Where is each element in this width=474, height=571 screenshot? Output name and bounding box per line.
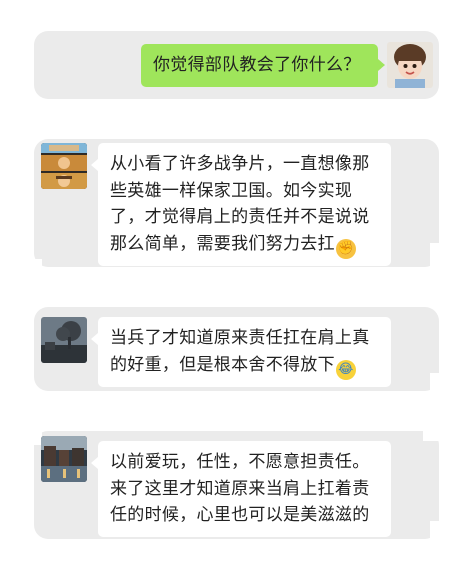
avatar-child[interactable] [387,42,433,88]
fist-emoji-icon: ✊ [335,238,356,259]
message-text-line: 的好重，但是根本舍不得放下 😂 [110,352,381,380]
message-text: 你觉得部队教会了你什么？ [153,55,361,75]
message-text-line: 了，才觉得肩上的责任并不是说说 [110,207,370,227]
message-text-line: 从小看了许多战争片，一直想像那 [110,154,370,174]
child-photo-icon [387,42,433,88]
message-text-line: 那么简单，需要我们努力去扛 ✊ [110,231,381,259]
message-text-line: 以前爱玩，任性，不愿意担责任。 [110,452,370,472]
bubble-tail [378,59,385,71]
bubble-tail [91,333,98,345]
message-text-line: 些英雄一样保家卫国。如今实现 [110,180,353,201]
dusk-tree-photo-icon [41,317,87,363]
message-text-line: 当兵了才知道原来责任扛在肩上真 [110,328,370,348]
laugh-emoji-icon: 😂 [335,359,356,380]
avatar-soldier[interactable] [41,143,87,189]
received-message-bubble[interactable]: 从小看了许多战争片，一直想像那 些英雄一样保家卫国。如今实现 了，才觉得肩上的责… [91,143,391,266]
city-night-photo-icon [41,436,87,482]
message-text-line: 来了这里才知道原来当肩上扛着责 [110,478,370,499]
bubble-tail [91,457,98,469]
avatar-city[interactable] [41,436,87,482]
soldier-photo-icon [41,143,87,189]
received-message-bubble[interactable]: 以前爱玩，任性，不愿意担责任。 来了这里才知道原来当肩上扛着责 任的时候，心里也… [91,441,391,537]
bubble-tail [91,159,98,171]
received-message-bubble[interactable]: 当兵了才知道原来责任扛在肩上真 的好重，但是根本舍不得放下 😂 [91,317,391,387]
sent-message-bubble[interactable]: 你觉得部队教会了你什么？ [141,44,385,87]
avatar-landscape[interactable] [41,317,87,363]
message-text-line: 任的时候，心里也可以是美滋滋的 [110,505,370,525]
